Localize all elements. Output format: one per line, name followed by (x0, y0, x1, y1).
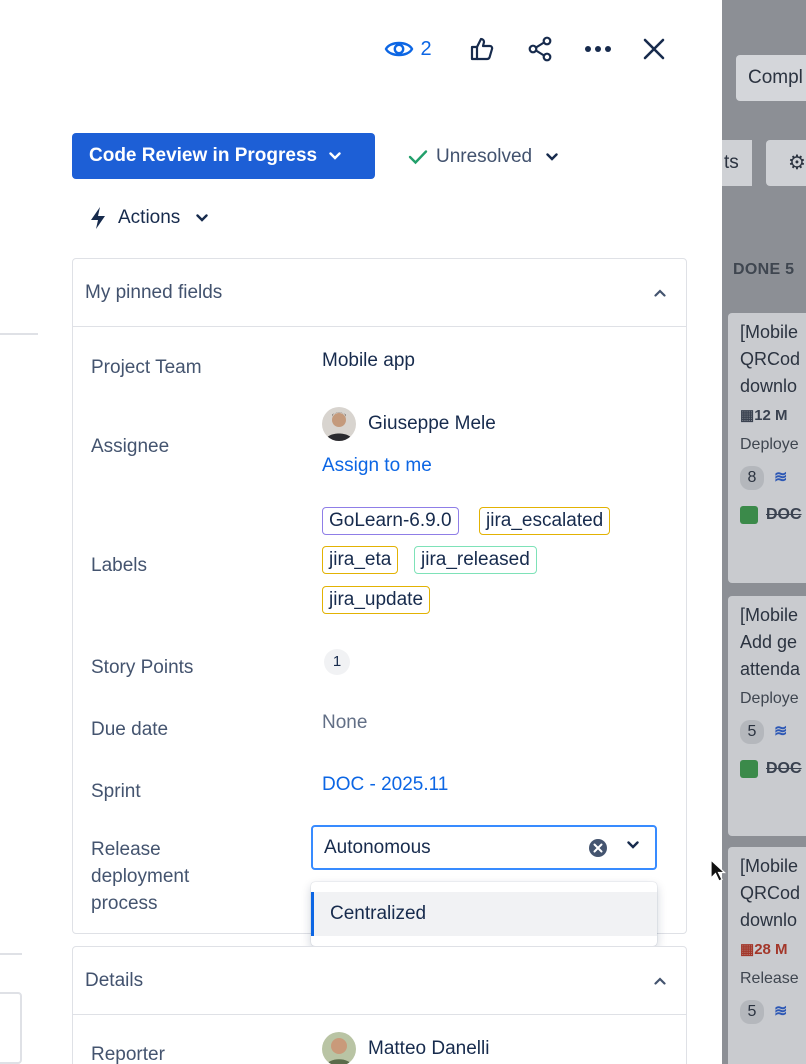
assignee-value[interactable]: Giuseppe Mele (322, 407, 496, 441)
board-card[interactable]: [Mobile QRCod downlo ▦12 M Deploye 8 ≋ DO… (728, 313, 806, 583)
card-points: 5 ≋ (740, 718, 806, 745)
column-header: DONE 5 (733, 261, 795, 278)
board-card[interactable]: [Mobile Add ge attenda Deploye 5 ≋ DOC (728, 596, 806, 836)
status-transition-button[interactable]: Code Review in Progress (72, 133, 375, 179)
label-line: deployment (91, 866, 190, 887)
eye-icon (385, 41, 414, 57)
details-header[interactable]: Details (73, 947, 686, 1015)
field-label: Assignee (91, 436, 170, 457)
reporter-value[interactable]: Matteo Danelli (322, 1032, 489, 1064)
field-label: Release deployment process (91, 836, 189, 917)
label-line: process (91, 893, 158, 914)
actions-label: Actions (118, 207, 181, 228)
field-label: Sprint (91, 781, 141, 802)
card-status: Release (740, 970, 799, 987)
resolution-dropdown[interactable]: Unresolved (408, 140, 558, 174)
label-chip[interactable]: GoLearn-6.9.0 (322, 507, 459, 535)
release-process-select[interactable]: Autonomous (311, 825, 657, 870)
chevron-up-icon (654, 288, 666, 297)
more-button[interactable] (578, 30, 618, 68)
avatar (322, 407, 356, 441)
assign-to-me-link[interactable]: Assign to me (322, 455, 432, 477)
avatar (322, 1032, 356, 1064)
share-button[interactable] (520, 30, 560, 68)
field-label: Story Points (91, 657, 194, 678)
card-date: ▦12 M (740, 407, 788, 424)
due-date-value[interactable]: None (322, 712, 367, 734)
assignee-name: Giuseppe Mele (368, 413, 496, 434)
select-value: Autonomous (324, 836, 431, 858)
complete-sprint-button[interactable]: Compl (736, 55, 806, 101)
card-title-line: [Mobile (740, 322, 799, 342)
card-title-line: [Mobile (740, 605, 799, 625)
label-chip[interactable]: jira_escalated (479, 507, 611, 535)
card-key: DOC (740, 755, 806, 782)
thumbs-up-icon (470, 37, 494, 61)
label-line: Release (91, 839, 161, 860)
close-icon (643, 38, 665, 60)
actions-button[interactable]: Actions (88, 200, 209, 236)
chevron-down-icon[interactable] (627, 841, 639, 849)
story-icon (740, 505, 758, 524)
sliders-icon: ⚙ (788, 152, 806, 174)
chevron-down-icon (329, 152, 341, 160)
board-card[interactable]: [Mobile QRCod downlo ▦28 M Release 5 ≋ (728, 847, 806, 1064)
label-chip[interactable]: jira_released (414, 546, 537, 574)
left-divider (0, 953, 22, 955)
watch-button[interactable]: 2 (380, 30, 436, 68)
label-chip[interactable]: jira_eta (322, 546, 399, 574)
panel-title: Details (85, 969, 144, 991)
story-points-badge[interactable]: 1 (324, 649, 350, 675)
priority-icon: ≋ (774, 723, 788, 740)
card-title-line: QRCod (740, 883, 801, 903)
like-button[interactable] (462, 30, 502, 68)
resolution-label: Unresolved (436, 146, 533, 167)
label-chip[interactable]: jira_update (322, 586, 431, 614)
project-team-value[interactable]: Mobile app (322, 350, 415, 372)
check-icon (408, 150, 428, 165)
card-points: 8 ≋ (740, 464, 806, 491)
card-title-line: attenda (740, 659, 801, 679)
pinned-fields-header[interactable]: My pinned fields (73, 259, 686, 327)
card-title-line: [Mobile (740, 856, 799, 876)
chevron-up-icon (654, 976, 666, 985)
issue-toolbar: 2 (380, 30, 674, 68)
mouse-cursor-icon (710, 859, 727, 882)
lightning-icon (91, 207, 105, 229)
left-input-fragment (0, 992, 22, 1064)
board-tab-fragment[interactable]: ts (722, 140, 752, 186)
dropdown-option[interactable]: Centralized (311, 892, 657, 936)
status-label: Code Review in Progress (89, 145, 318, 166)
card-title-line: downlo (740, 376, 798, 396)
more-icon (585, 46, 611, 52)
card-title-line: QRCod (740, 349, 801, 369)
close-button[interactable] (634, 30, 674, 68)
field-label: Labels (91, 555, 147, 576)
panel-title: My pinned fields (85, 281, 223, 303)
field-label: Reporter (91, 1044, 165, 1064)
field-label: Project Team (91, 357, 202, 378)
background-board: Compl ts ⚙ DONE 5 [Mobile QRCod downlo ▦… (722, 0, 806, 1064)
board-settings-button[interactable]: ⚙ (766, 140, 806, 186)
field-label: Due date (91, 719, 169, 740)
sprint-link[interactable]: DOC - 2025.11 (322, 774, 448, 796)
priority-icon: ≋ (774, 469, 788, 486)
card-date: ▦28 M (740, 941, 788, 958)
chevron-down-icon (546, 153, 558, 161)
card-status: Deploye (740, 436, 799, 453)
reporter-name: Matteo Danelli (368, 1038, 490, 1059)
card-status: Deploye (740, 690, 799, 707)
release-options-menu: Centralized (311, 882, 657, 946)
chevron-down-icon (196, 214, 209, 222)
share-icon (528, 36, 552, 62)
card-points: 5 ≋ (740, 998, 806, 1025)
clear-icon[interactable] (589, 839, 607, 857)
priority-icon: ≋ (774, 1003, 788, 1020)
card-key: DOC (740, 501, 806, 528)
card-title-line: Add ge (740, 632, 798, 652)
left-divider (0, 333, 38, 335)
story-icon (740, 759, 758, 778)
watch-count: 2 (420, 37, 432, 60)
card-title-line: downlo (740, 910, 798, 930)
